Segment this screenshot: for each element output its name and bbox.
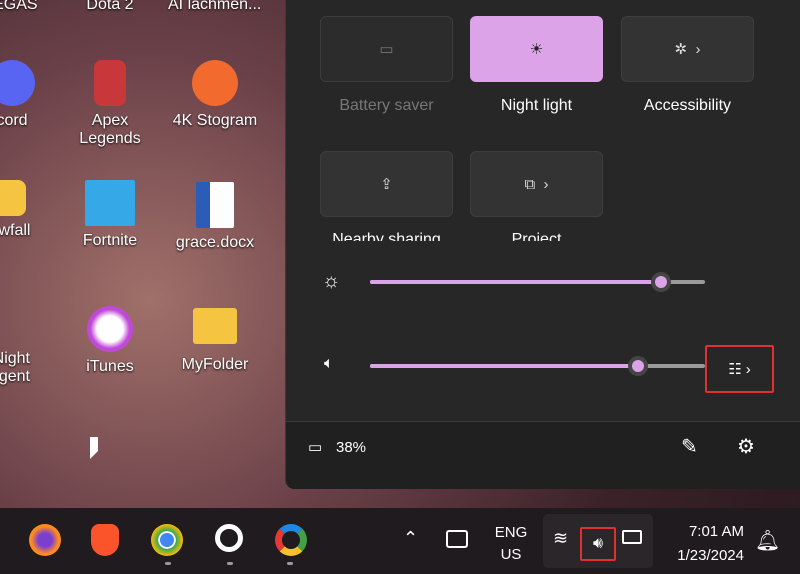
desktop-icon-discord[interactable]: cord [0,60,62,130]
volume-tray-icon[interactable]: 🔊︎ [580,527,616,561]
share-icon: ⇪ [380,176,393,193]
battery-saver-tile[interactable]: ▭ [320,16,453,82]
touchpad-icon[interactable] [446,530,468,548]
project-icon: ⧉ › [524,175,549,193]
desktop-icon-fortnite[interactable]: Fortnite [60,180,160,250]
steelseries-icon[interactable] [215,524,243,552]
desktop-icon-myfolder[interactable]: MyFolder [165,308,265,374]
folder-icon [0,180,26,216]
audio-output-button[interactable]: ☷ › [705,345,774,393]
battery-tray-icon [622,530,642,544]
battery-saver-icon: ▭ [379,41,394,58]
brightness-slider[interactable] [370,272,705,292]
chrome-icon[interactable] [151,524,183,556]
accessibility-icon: ✲ › [674,41,701,58]
folder-icon [193,308,237,344]
desktop-icon-night-agent[interactable]: Night gent [0,310,30,386]
sound-mixer-icon: ☷ › [728,361,751,378]
mouse-cursor [90,437,98,459]
desktop-icon-snowfall[interactable]: owfall [0,180,60,240]
brave-icon[interactable] [91,524,119,556]
project-tile[interactable]: ⧉ › [470,151,603,217]
desktop-icon-vegas[interactable]: VEGAS [0,0,60,14]
discord-icon [0,60,35,106]
desktop-icon-attachment[interactable]: AI lachmen... [160,0,290,14]
quick-settings-panel: ▭ Battery saver ☀ Night light ✲ › Access… [285,0,800,489]
nearby-sharing-tile[interactable]: ⇪ [320,151,453,217]
volume-slider[interactable] [370,356,705,376]
chrome-running-indicator [165,562,171,565]
stogram-icon [192,60,238,106]
accessibility-tile[interactable]: ✲ › [621,16,754,82]
steelseries-running-indicator [227,562,233,565]
apex-icon [94,60,126,106]
desktop-icon-grace-docx[interactable]: grace.docx [165,182,265,252]
accessibility-label: Accessibility [643,97,732,114]
notification-bell-icon[interactable]: 🔔︎ [755,528,780,553]
project-label: Project [511,231,562,241]
word-doc-icon [196,182,234,228]
fortnite-icon [85,180,135,226]
nearby-sharing-label: Nearby sharing [332,231,441,241]
taskbar: ⌃ ENG US ≋ 🔊︎ 7:01 AM 1/23/2024 🔔︎ [0,508,800,574]
firefox-icon[interactable] [29,524,61,556]
desktop-icon-dota2[interactable]: Dota 2 [60,0,160,14]
desktop-icon-itunes[interactable]: iTunes [60,306,160,376]
itunes-icon [87,306,133,352]
battery-percent: 38% [336,439,367,456]
speaker-icon: 🔈︎ [324,355,334,372]
night-light-label: Night light [500,97,573,114]
show-hidden-icons-chevron-up-icon[interactable]: ⌃ [403,528,418,549]
wifi-icon: ≋ [553,528,569,548]
battery-icon: ▭ [308,439,323,456]
desktop-icon-4kstogram[interactable]: 4K Stogram [165,60,265,130]
battery-saver-label: Battery saver [339,97,434,114]
settings-gear-icon[interactable]: ⚙ [737,434,755,459]
edge-canary-icon[interactable] [275,524,307,556]
clock[interactable]: 7:01 AM 1/23/2024 [660,520,744,568]
panel-footer: ▭ 38% ✎ ⚙ [286,421,800,489]
brightness-icon: ☼ [322,270,341,292]
edge-running-indicator [287,562,293,565]
night-light-tile[interactable]: ☀ [470,16,603,82]
desktop-icon-apex[interactable]: Apex Legends [60,60,160,148]
language-indicator[interactable]: ENG US [490,522,532,566]
edit-pencil-icon[interactable]: ✎ [681,434,698,459]
night-light-icon: ☀ [529,41,544,58]
